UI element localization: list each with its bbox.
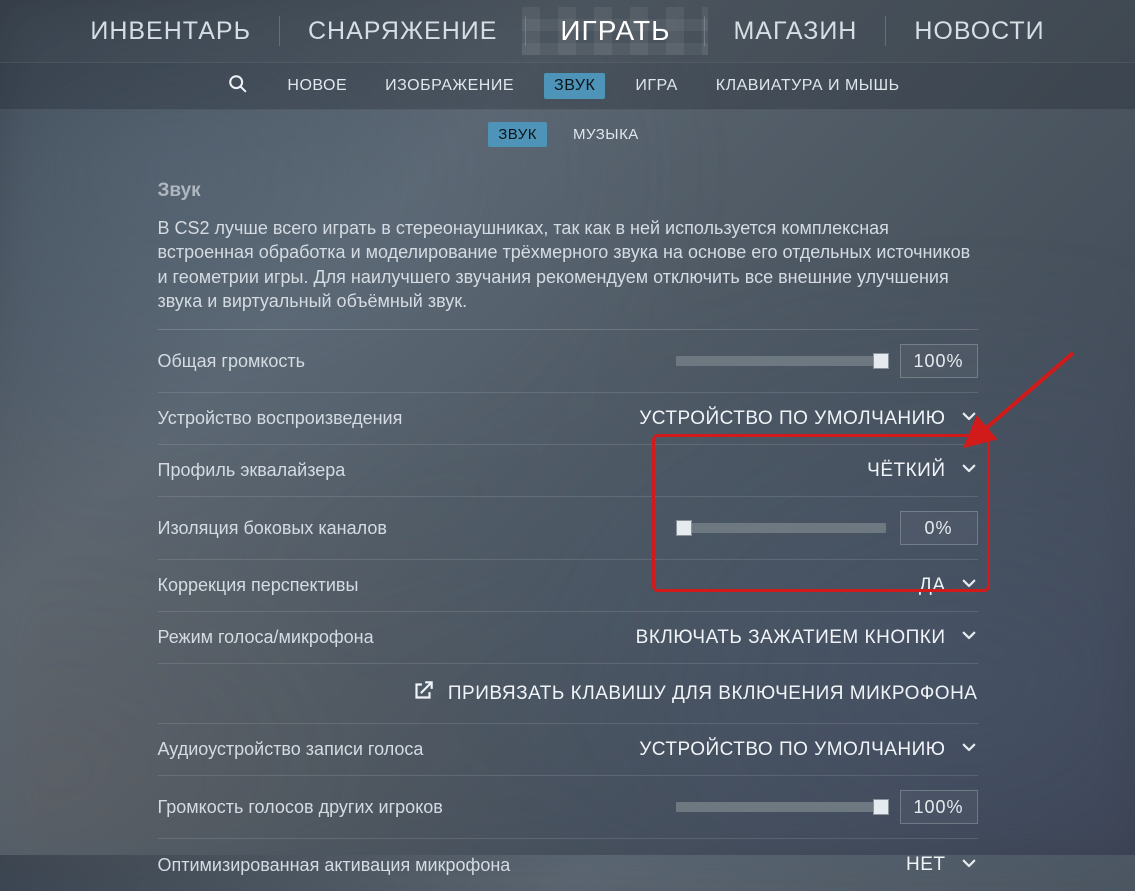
external-link-icon [410,678,436,709]
lr-isolation-value[interactable]: 0% [900,511,978,545]
input-device-dropdown[interactable]: УСТРОЙСТВО ПО УМОЛЧАНИЮ [639,738,977,761]
tab-new[interactable]: НОВОЕ [279,73,355,99]
label: Аудиоустройство записи голоса [158,739,424,760]
dropdown-value: УСТРОЙСТВО ПО УМОЛЧАНИЮ [639,408,945,430]
label: Громкость голосов других игроков [158,797,443,818]
nav-loadout[interactable]: СНАРЯЖЕНИЕ [280,17,525,46]
chevron-down-icon [960,626,978,649]
chevron-down-icon [960,574,978,597]
label: Режим голоса/микрофона [158,627,374,648]
slider-handle[interactable] [873,353,889,369]
sub-tabs: ЗВУК МУЗЫКА [0,116,1135,152]
label: Устройство воспроизведения [158,408,403,429]
perspective-dropdown[interactable]: ДА [919,574,978,597]
dropdown-value: ЧЁТКИЙ [867,460,945,482]
chevron-down-icon [960,854,978,877]
row-eq-profile: Профиль эквалайзера ЧЁТКИЙ [158,445,978,497]
chevron-down-icon [960,407,978,430]
subtab-audio[interactable]: ЗВУК [488,122,547,147]
section-title: Звук [158,180,978,202]
link-text: ПРИВЯЗАТЬ КЛАВИШУ ДЛЯ ВКЛЮЧЕНИЯ МИКРОФОН… [448,683,978,705]
tab-audio[interactable]: ЗВУК [544,73,605,99]
tab-keyboard[interactable]: КЛАВИАТУРА И МЫШЬ [708,73,908,99]
bind-mic-key-link[interactable]: ПРИВЯЗАТЬ КЛАВИШУ ДЛЯ ВКЛЮЧЕНИЯ МИКРОФОН… [158,664,978,724]
voip-volume-value[interactable]: 100% [900,790,978,824]
label: Общая громкость [158,351,306,372]
label: Коррекция перспективы [158,575,359,596]
dropdown-value: УСТРОЙСТВО ПО УМОЛЧАНИЮ [639,739,945,761]
row-lr-isolation: Изоляция боковых каналов 0% [158,497,978,560]
eq-profile-dropdown[interactable]: ЧЁТКИЙ [867,459,977,482]
nav-play[interactable]: ИГРАТЬ [526,15,704,47]
subtab-music[interactable]: МУЗЫКА [565,123,647,146]
row-streamlined-ptt: Оптимизированная активация микрофона НЕТ [158,839,978,891]
lr-isolation-slider[interactable] [676,523,886,533]
dropdown-value: НЕТ [906,854,946,876]
master-volume-value[interactable]: 100% [900,344,978,378]
slider-handle[interactable] [676,520,692,536]
settings-panel: Звук В CS2 лучше всего играть в стереона… [158,180,978,891]
row-master-volume: Общая громкость 100% [158,330,978,393]
label: Оптимизированная активация микрофона [158,855,511,876]
row-voip-volume: Громкость голосов других игроков 100% [158,776,978,839]
label: Профиль эквалайзера [158,460,346,481]
voice-mode-dropdown[interactable]: ВКЛЮЧАТЬ ЗАЖАТИЕМ КНОПКИ [636,626,978,649]
settings-tabs: НОВОЕ ИЗОБРАЖЕНИЕ ЗВУК ИГРА КЛАВИАТУРА И… [0,62,1135,110]
row-input-device: Аудиоустройство записи голоса УСТРОЙСТВО… [158,724,978,776]
chevron-down-icon [960,738,978,761]
nav-store[interactable]: МАГАЗИН [705,17,885,46]
nav-news[interactable]: НОВОСТИ [886,17,1072,46]
section-description: В CS2 лучше всего играть в стереонаушник… [158,216,978,313]
row-voice-mode: Режим голоса/микрофона ВКЛЮЧАТЬ ЗАЖАТИЕМ… [158,612,978,664]
tab-game[interactable]: ИГРА [627,73,685,99]
tab-video[interactable]: ИЗОБРАЖЕНИЕ [377,73,522,99]
nav-inventory[interactable]: ИНВЕНТАРЬ [62,17,279,46]
main-nav: ИНВЕНТАРЬ СНАРЯЖЕНИЕ ИГРАТЬ МАГАЗИН НОВО… [0,0,1135,62]
chevron-down-icon [960,459,978,482]
row-output-device: Устройство воспроизведения УСТРОЙСТВО ПО… [158,393,978,445]
streamlined-dropdown[interactable]: НЕТ [906,854,978,877]
dropdown-value: ДА [919,575,946,597]
master-volume-slider[interactable] [676,356,886,366]
label: Изоляция боковых каналов [158,518,387,539]
search-icon[interactable] [227,73,249,100]
dropdown-value: ВКЛЮЧАТЬ ЗАЖАТИЕМ КНОПКИ [636,627,946,649]
row-perspective: Коррекция перспективы ДА [158,560,978,612]
slider-handle[interactable] [873,799,889,815]
output-device-dropdown[interactable]: УСТРОЙСТВО ПО УМОЛЧАНИЮ [639,407,977,430]
voip-volume-slider[interactable] [676,802,886,812]
